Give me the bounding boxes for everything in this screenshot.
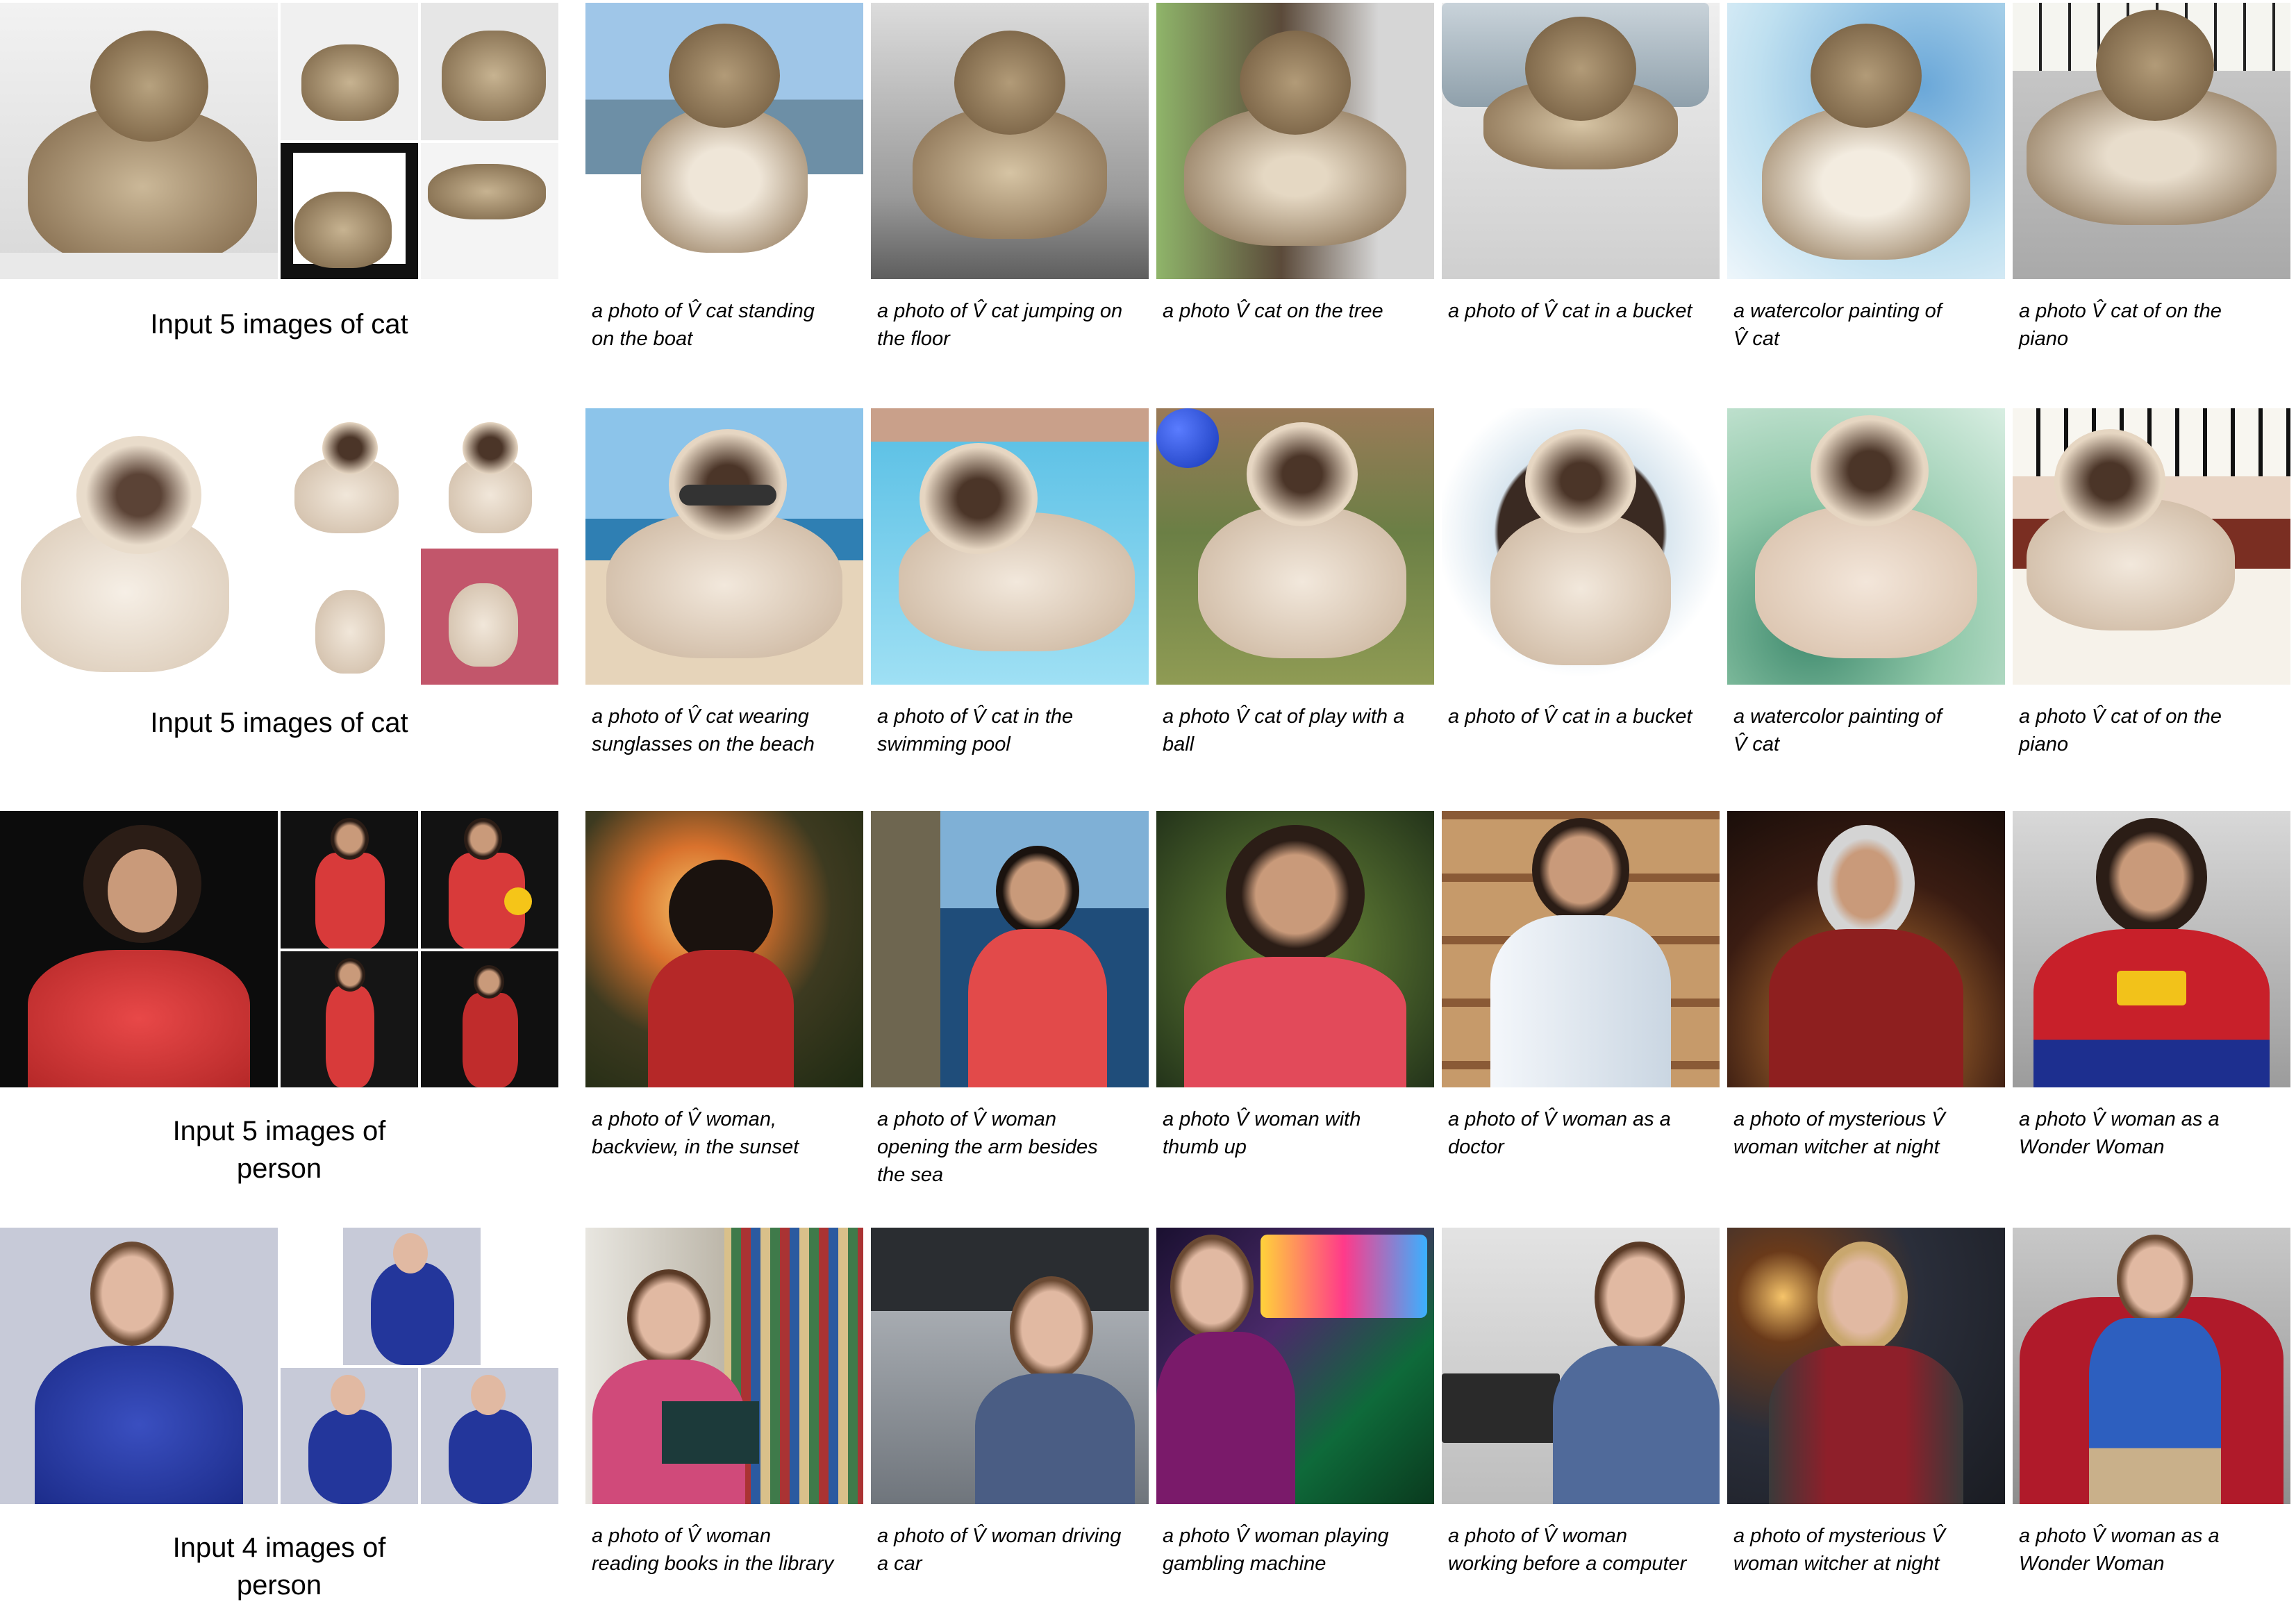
caption: a photo of V̂ woman working before a com…	[1448, 1525, 1687, 1575]
generated-image-woman-doctor	[1442, 811, 1720, 1087]
input-photo-siamese-cat-5	[421, 549, 558, 685]
input-photo-woman-3	[421, 811, 558, 949]
caption: a photo V̂ woman playing gambling machin…	[1163, 1525, 1389, 1575]
caption: a photo of V̂ woman driving a car	[877, 1525, 1122, 1575]
input-photo-woman-blue-2	[343, 1228, 481, 1365]
caption: a photo of mysterious V̂ woman witcher a…	[1733, 1525, 1945, 1575]
caption: a photo of V̂ woman opening the arm besi…	[877, 1108, 1098, 1186]
input-photo-siamese-cat-3	[421, 408, 558, 546]
caption: a photo V̂ cat of on the piano	[2019, 705, 2222, 755]
caption: a watercolor painting of V̂ cat	[1733, 300, 1942, 350]
caption: a photo of V̂ cat jumping on the floor	[877, 300, 1123, 350]
input-label: Input 4 images of person	[172, 1532, 386, 1601]
input-photo-tabby-cat-2	[281, 3, 418, 140]
input-photo-woman-4	[281, 951, 418, 1087]
caption: a photo V̂ cat of play with a ball	[1163, 705, 1405, 755]
input-photo-woman-main	[0, 811, 278, 1087]
caption: a watercolor painting of V̂ cat	[1733, 705, 1942, 755]
generated-image-cat-pool	[871, 408, 1149, 685]
input-photo-woman-blue-3	[281, 1368, 418, 1504]
caption: a photo of V̂ woman reading books in the…	[592, 1525, 834, 1575]
caption: a photo of V̂ cat in the swimming pool	[877, 705, 1074, 755]
generated-image-woman-sea	[871, 811, 1149, 1087]
generated-image-cat-beach	[585, 408, 863, 685]
caption: a photo of V̂ cat wearing sunglasses on …	[592, 705, 815, 755]
input-photo-woman-blue-4	[421, 1368, 558, 1504]
generated-image-cat-piano	[2013, 3, 2290, 279]
generated-image-cat-bucket	[1442, 3, 1720, 279]
generated-image-woman-casino	[1156, 1228, 1434, 1504]
input-photo-tabby-cat-3	[421, 3, 558, 140]
input-collage-woman-blue-sweater	[0, 1228, 558, 1504]
caption: a photo of mysterious V̂ woman witcher a…	[1733, 1108, 1945, 1158]
generated-image-cat-ball	[1156, 408, 1434, 685]
generated-image-cat-piano-2	[2013, 408, 2290, 685]
input-photo-woman-2	[281, 811, 418, 949]
input-photo-tabby-cat-main	[0, 3, 278, 279]
input-photo-siamese-cat-2	[281, 408, 418, 546]
caption: a photo V̂ woman as a Wonder Woman	[2019, 1525, 2220, 1575]
input-collage-woman-red-dress	[0, 811, 558, 1087]
generated-image-cat-bucket-2	[1442, 408, 1720, 685]
caption: a photo V̂ cat on the tree	[1163, 300, 1383, 322]
generated-image-woman-witcher	[1727, 811, 2005, 1087]
input-collage-siamese-cat	[0, 408, 558, 685]
generated-image-cat-watercolor	[1727, 3, 2005, 279]
caption: a photo of V̂ woman, backview, in the su…	[592, 1108, 799, 1158]
input-label: Input 5 images of cat	[150, 309, 408, 340]
caption: a photo V̂ woman with thumb up	[1163, 1108, 1361, 1158]
input-collage-tabby-cat	[0, 3, 558, 279]
input-photo-siamese-cat-4	[281, 549, 418, 685]
caption: a photo of V̂ cat in a bucket	[1448, 705, 1692, 728]
caption: a photo of V̂ woman as a doctor	[1448, 1108, 1671, 1158]
caption: a photo of V̂ cat standing on the boat	[592, 300, 815, 350]
generated-image-woman-thumb	[1156, 811, 1434, 1087]
generated-image-woman-car	[871, 1228, 1149, 1504]
input-photo-woman-5	[421, 951, 558, 1087]
input-label: Input 5 images of person	[172, 1116, 386, 1184]
input-photo-woman-blue-main	[0, 1228, 278, 1504]
generated-image-woman-witcher-2	[1727, 1228, 2005, 1504]
generated-image-cat-boat	[585, 3, 863, 279]
generated-image-cat-watercolor-2	[1727, 408, 2005, 685]
input-label: Input 5 images of cat	[150, 708, 408, 738]
caption: a photo V̂ cat of on the piano	[2019, 300, 2222, 350]
generated-image-cat-floor	[871, 3, 1149, 279]
input-photo-tabby-cat-4	[281, 143, 418, 279]
generated-image-woman-sunset	[585, 811, 863, 1087]
generated-image-woman-wonder	[2013, 811, 2290, 1087]
generated-image-cat-tree	[1156, 3, 1434, 279]
generated-image-woman-library	[585, 1228, 863, 1504]
generated-image-woman-wonder-2	[2013, 1228, 2290, 1504]
generated-image-woman-computer	[1442, 1228, 1720, 1504]
caption: a photo V̂ woman as a Wonder Woman	[2019, 1108, 2220, 1158]
input-photo-siamese-cat-main	[0, 408, 278, 685]
caption: a photo of V̂ cat in a bucket	[1448, 300, 1692, 322]
input-photo-tabby-cat-5	[421, 143, 558, 279]
